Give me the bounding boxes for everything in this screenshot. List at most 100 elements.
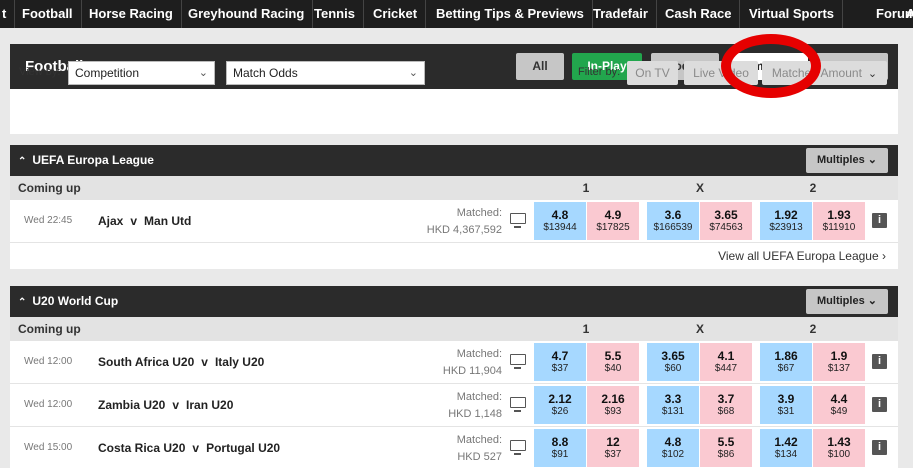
event-teams[interactable]: Zambia U20 v Iran U20 <box>98 398 233 412</box>
chevron-down-icon: ⌄ <box>408 67 418 79</box>
odds-back-button[interactable]: 4.8 $102 <box>647 429 699 467</box>
odds-lay-button[interactable]: 4.4 $49 <box>813 386 865 424</box>
odds-price: 4.7 <box>551 349 569 363</box>
market-value: Match Odds <box>233 66 298 80</box>
odds-stake: $102 <box>661 449 685 460</box>
competition-title: ⌃ UEFA Europa League <box>18 153 154 167</box>
info-icon[interactable]: i <box>872 397 887 412</box>
odds-back-button[interactable]: 4.7 $37 <box>534 343 586 381</box>
nav-item-partial-right[interactable]: A <box>898 0 913 28</box>
nav-item-cricket[interactable]: Cricket <box>365 0 427 28</box>
event-row[interactable]: Wed 22:45 Ajax v Man Utd Matched: HKD 4,367,5… <box>10 200 898 243</box>
odds-back-button[interactable]: 1.86 $67 <box>760 343 812 381</box>
event-time: Wed 22:45 <box>24 215 73 226</box>
odds-lay-button[interactable]: 3.7 $68 <box>700 386 752 424</box>
odds-lay-button[interactable]: 3.65 $74563 <box>700 202 752 240</box>
odds-price: 2.16 <box>601 392 625 406</box>
chevron-right-icon: › <box>882 249 886 263</box>
competition-uefa-europa-league: ⌃ UEFA Europa League Multiples ⌄ Coming u… <box>10 145 898 269</box>
competition-header[interactable]: ⌃ UEFA Europa League Multiples ⌄ <box>10 145 898 176</box>
odds-lay-button[interactable]: 5.5 $86 <box>700 429 752 467</box>
matched-label: Matched: <box>456 434 502 446</box>
nav-item-football[interactable]: Football <box>14 0 82 28</box>
filter-on-tv-button[interactable]: On TV <box>627 61 678 85</box>
home-team: Ajax <box>98 214 124 228</box>
chevron-up-icon: ⌃ <box>18 297 27 308</box>
competition-header[interactable]: ⌃ U20 World Cup Multiples ⌄ <box>10 286 898 317</box>
matched-label: Matched: <box>456 348 502 360</box>
odds-price: 1.86 <box>774 349 798 363</box>
chevron-down-icon: ⌄ <box>867 154 877 166</box>
event-row[interactable]: Wed 15:00 Costa Rica U20 v Portugal U20 Matc… <box>10 427 898 468</box>
event-teams[interactable]: Costa Rica U20 v Portugal U20 <box>98 441 280 455</box>
col-home: 1 <box>582 322 590 336</box>
view-by-value: Competition <box>75 66 140 80</box>
odds-price: 1.43 <box>827 435 851 449</box>
tab-all[interactable]: All <box>516 53 564 80</box>
odds-back-button[interactable]: 3.9 $31 <box>760 386 812 424</box>
event-time: Wed 12:00 <box>24 356 73 367</box>
odds-back-button[interactable]: 4.8 $13944 <box>534 202 586 240</box>
away-team: Man Utd <box>144 214 192 228</box>
odds-stake: $67 <box>777 363 795 374</box>
coming-up-label: Coming up <box>18 322 81 336</box>
home-team: Zambia U20 <box>98 398 166 412</box>
matched-label: Matched: <box>456 207 502 219</box>
nav-item-cash-race[interactable]: Cash Race <box>657 0 741 28</box>
nav-item-horse-racing[interactable]: Horse Racing <box>81 0 182 28</box>
odds-stake: $13944 <box>543 222 577 233</box>
odds-stake: $86 <box>717 449 735 460</box>
info-icon[interactable]: i <box>872 440 887 455</box>
matched-amount: Matched: HKD 1,148 <box>448 389 502 423</box>
competition-u20-world-cup: ⌃ U20 World Cup Multiples ⌄ Coming up 1 X… <box>10 286 898 468</box>
view-all-link[interactable]: View all UEFA Europa League › <box>718 249 886 263</box>
odds-price: 3.65 <box>714 208 738 222</box>
event-teams[interactable]: South Africa U20 v Italy U20 <box>98 355 264 369</box>
odds-lay-button[interactable]: 1.93 $11910 <box>813 202 865 240</box>
odds-lay-button[interactable]: 12 $37 <box>587 429 639 467</box>
matched-amount: Matched: HKD 4,367,592 <box>427 205 502 239</box>
view-by-select[interactable]: Competition ⌄ <box>68 61 215 85</box>
odds-back-button[interactable]: 3.3 $131 <box>647 386 699 424</box>
odds-price: 3.65 <box>661 349 685 363</box>
highlight-circle <box>721 34 821 98</box>
nav-item-tennis[interactable]: Tennis <box>306 0 364 28</box>
multiples-button[interactable]: Multiples ⌄ <box>806 148 888 173</box>
odds-lay-button[interactable]: 1.43 $100 <box>813 429 865 467</box>
nav-item-virtual-sports[interactable]: Virtual Sports <box>741 0 844 28</box>
odds-price: 5.5 <box>604 349 622 363</box>
odds-price: 5.5 <box>717 435 735 449</box>
odds-lay-button[interactable]: 5.5 $40 <box>587 343 639 381</box>
nav-item-tradefair[interactable]: Tradefair <box>585 0 657 28</box>
nav-item-greyhound-racing[interactable]: Greyhound Racing <box>180 0 314 28</box>
home-team: Costa Rica U20 <box>98 441 186 455</box>
odds-stake: $60 <box>664 363 682 374</box>
event-row[interactable]: Wed 12:00 South Africa U20 v Italy U20 Match… <box>10 341 898 384</box>
matched-amount: Matched: HKD 527 <box>457 432 502 466</box>
market-select[interactable]: Match Odds ⌄ <box>226 61 425 85</box>
odds-back-button[interactable]: 3.6 $166539 <box>647 202 699 240</box>
odds-lay-button[interactable]: 1.9 $137 <box>813 343 865 381</box>
matched-amount: Matched: HKD 11,904 <box>443 346 502 380</box>
multiples-label: Multiples <box>817 154 865 166</box>
info-icon[interactable]: i <box>872 354 887 369</box>
odds-back-button[interactable]: 1.92 $23913 <box>760 202 812 240</box>
odds-back-button[interactable]: 2.12 $26 <box>534 386 586 424</box>
odds-lay-button[interactable]: 4.9 $17825 <box>587 202 639 240</box>
info-icon[interactable]: i <box>872 213 887 228</box>
odds-lay-button[interactable]: 4.1 $447 <box>700 343 752 381</box>
matched-label: Matched: <box>456 391 502 403</box>
odds-back-button[interactable]: 1.42 $134 <box>760 429 812 467</box>
event-row[interactable]: Wed 12:00 Zambia U20 v Iran U20 Matched: HKD … <box>10 384 898 427</box>
odds-price: 4.9 <box>604 208 622 222</box>
odds-lay-button[interactable]: 2.16 $93 <box>587 386 639 424</box>
versus-label: v <box>192 441 200 455</box>
event-teams[interactable]: Ajax v Man Utd <box>98 214 191 228</box>
versus-label: v <box>201 355 208 369</box>
nav-item-betting-tips[interactable]: Betting Tips & Previews <box>428 0 593 28</box>
odds-back-button[interactable]: 8.8 $91 <box>534 429 586 467</box>
multiples-button[interactable]: Multiples ⌄ <box>806 289 888 314</box>
filter-by-label: Filter by: <box>578 66 621 78</box>
odds-back-button[interactable]: 3.65 $60 <box>647 343 699 381</box>
odds-stake: $93 <box>604 406 622 417</box>
